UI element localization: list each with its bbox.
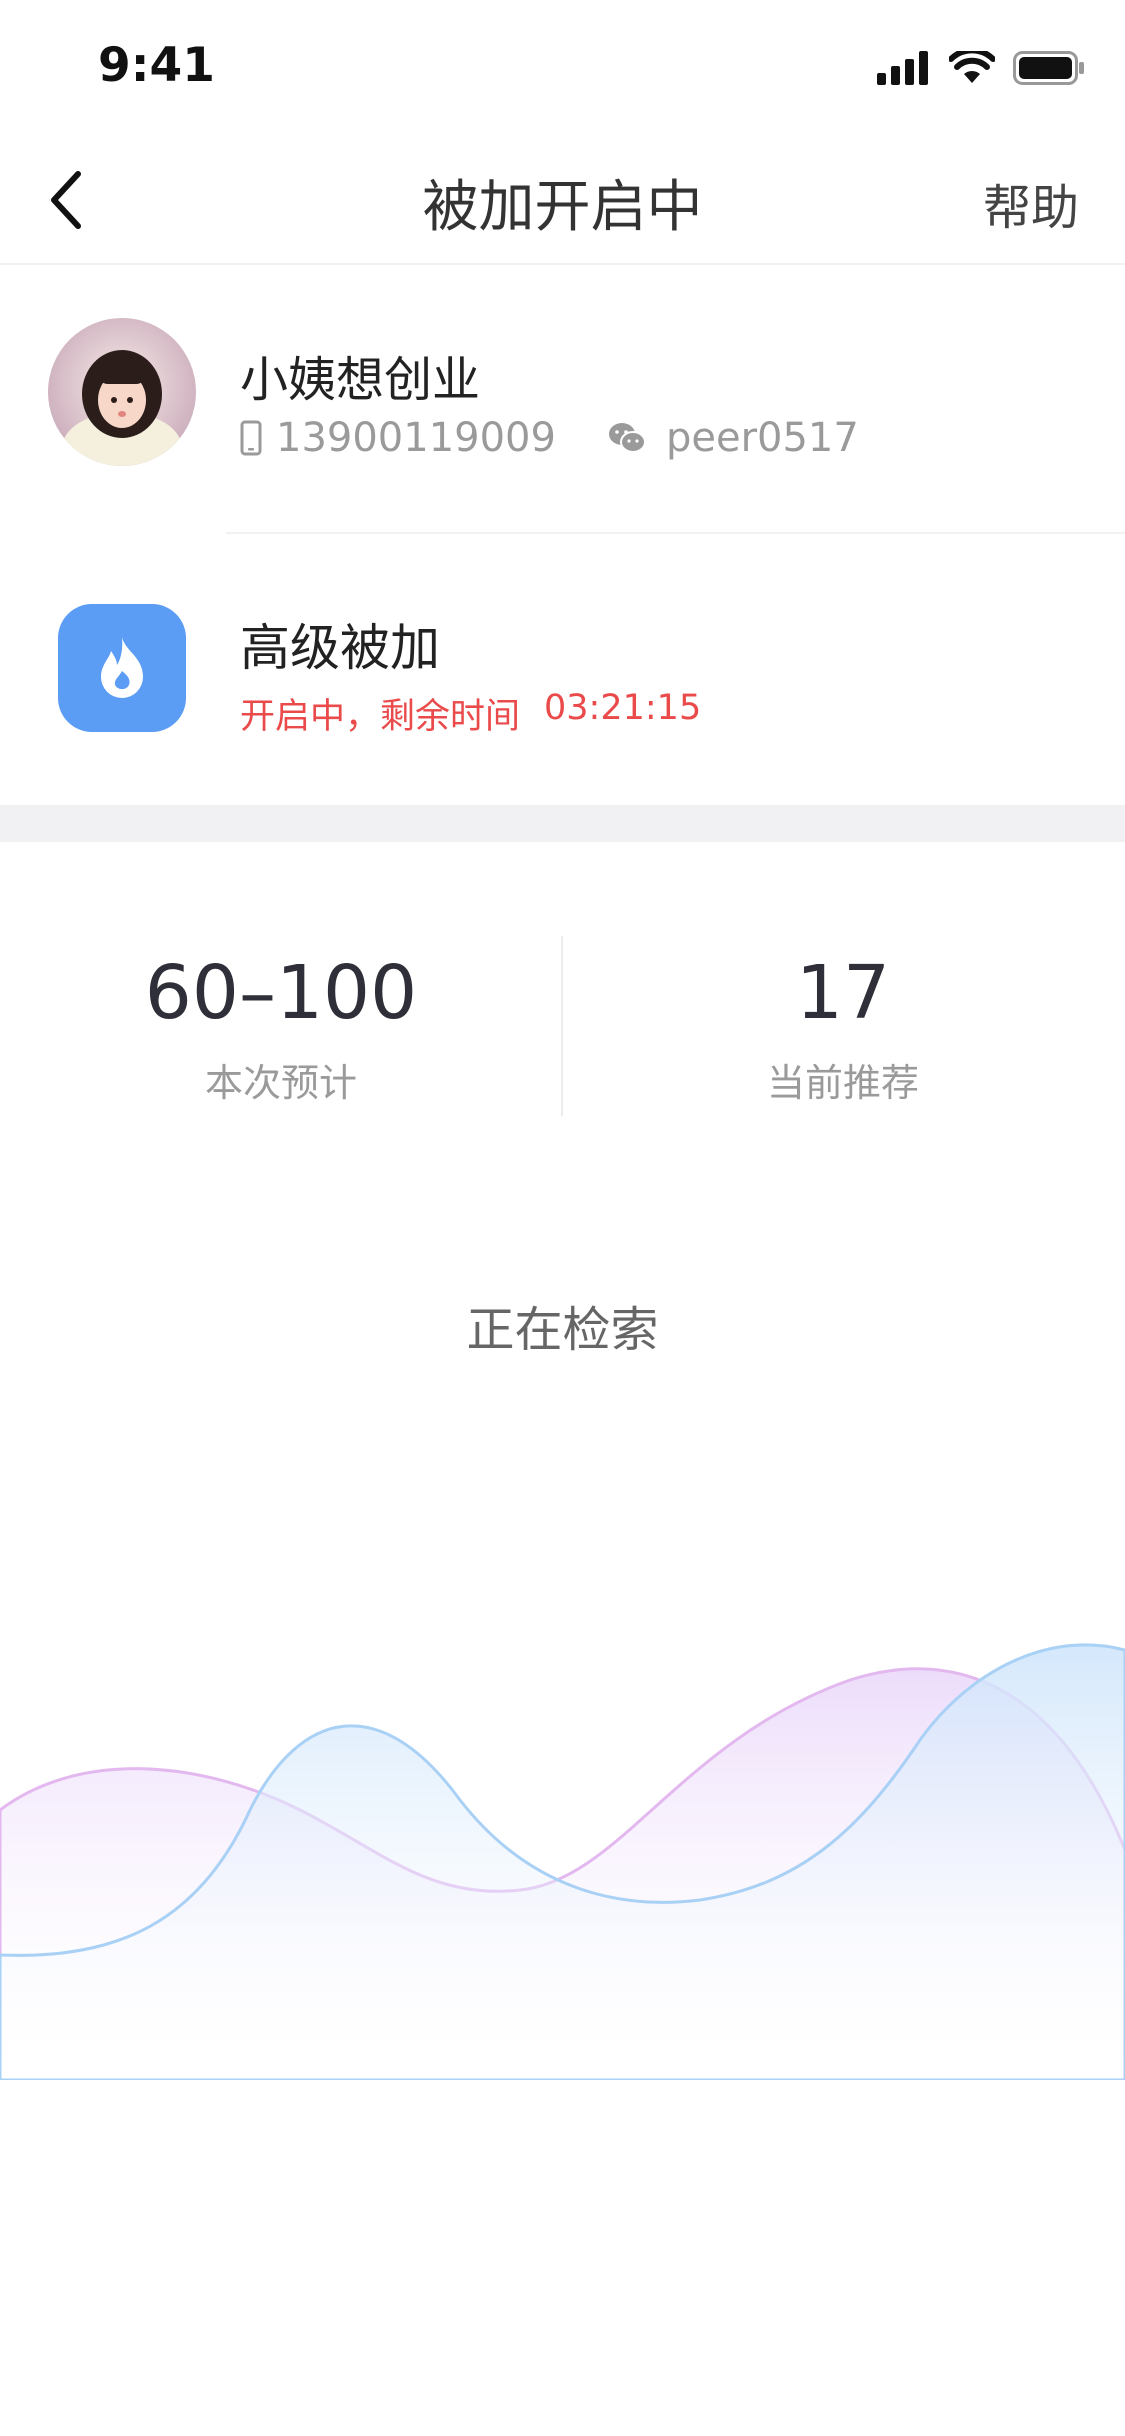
battery-icon [1013, 51, 1084, 85]
flame-icon [101, 637, 143, 698]
nav-divider [0, 263, 1125, 265]
feature-status: 开启中，剩余时间 03:21:15 [240, 688, 701, 739]
help-link[interactable]: 帮助 [983, 168, 1079, 238]
stat-recommend-label: 当前推荐 [766, 1061, 919, 1105]
section-separator [0, 805, 1125, 842]
searching-status: 正在检索 [466, 1302, 659, 1358]
wechat-group: peer0517 [608, 415, 859, 461]
countdown-timer: 03:21:15 [544, 688, 702, 728]
wave-animation [0, 1643, 1125, 2080]
stat-recommend-value: 17 [795, 950, 891, 1036]
profile-contact-row: 13900119009 peer0517 [240, 415, 859, 461]
wechat-icon [608, 423, 646, 453]
stat-estimate-value: 60–100 [144, 950, 418, 1036]
wifi-icon [949, 51, 995, 83]
phone-number: 13900119009 [276, 415, 556, 461]
stat-estimate-label: 本次预计 [204, 1061, 357, 1105]
avatar[interactable] [48, 318, 196, 466]
profile-name: 小姨想创业 [240, 352, 481, 408]
page-title: 被加开启中 [422, 175, 703, 240]
status-icons [877, 48, 1085, 88]
phone-icon [240, 420, 262, 456]
wechat-id: peer0517 [665, 415, 859, 461]
feature-icon-tile [58, 604, 186, 732]
feature-status-text: 开启中，剩余时间 [240, 697, 521, 737]
status-time: 9:41 [98, 38, 215, 93]
feature-title: 高级被加 [240, 619, 440, 677]
signal-icon [877, 51, 928, 85]
row-divider [226, 532, 1125, 534]
